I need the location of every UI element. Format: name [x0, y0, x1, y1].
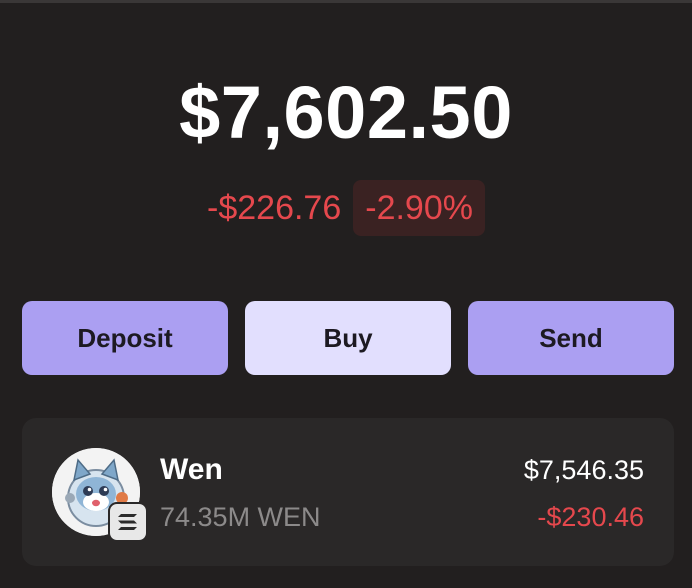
action-buttons: Deposit Buy Send: [22, 301, 674, 375]
token-value: $7,546.35: [523, 455, 644, 485]
portfolio-change-percent-badge: -2.90%: [353, 180, 485, 236]
send-button[interactable]: Send: [468, 301, 674, 375]
portfolio-change-row: -$226.76 -2.90%: [0, 180, 692, 236]
top-divider: [0, 0, 692, 3]
portfolio-balance: $7,602.50: [179, 71, 513, 154]
token-row-wen[interactable]: Wen 74.35M WEN $7,546.35 -$230.46: [22, 418, 674, 566]
token-name: Wen: [160, 453, 223, 486]
token-amount: 74.35M WEN: [160, 502, 321, 532]
solana-icon: [108, 502, 148, 542]
buy-button[interactable]: Buy: [245, 301, 451, 375]
portfolio-change-amount: -$226.76: [207, 189, 342, 227]
deposit-button[interactable]: Deposit: [22, 301, 228, 375]
token-change: -$230.46: [537, 502, 644, 532]
